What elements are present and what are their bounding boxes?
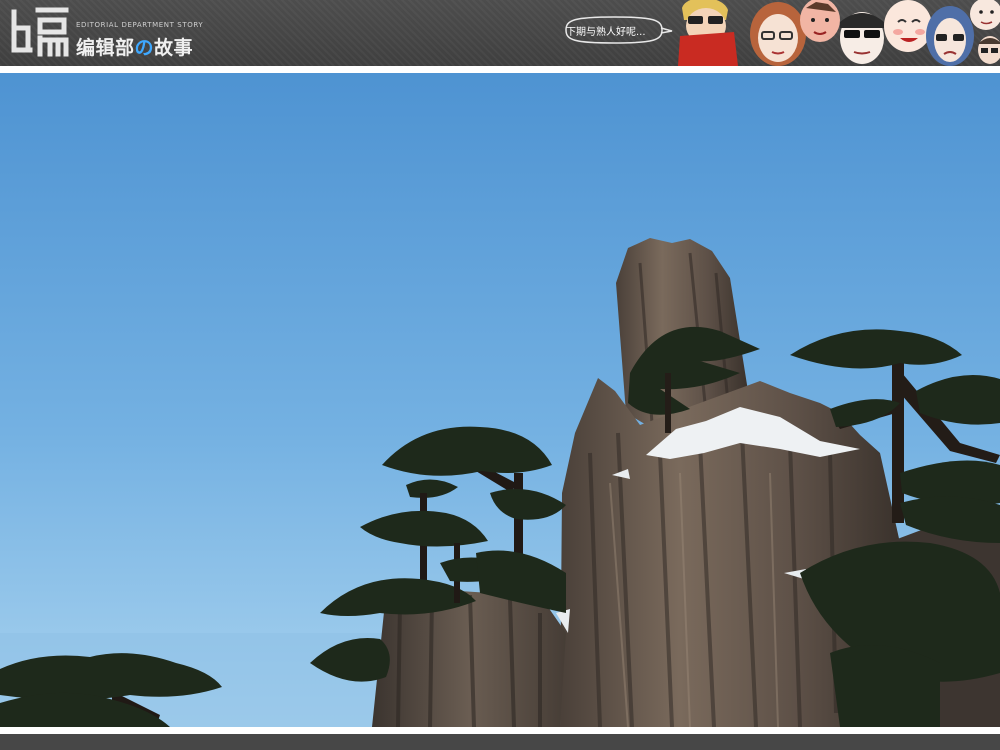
footer-divider [0,727,1000,734]
speech-bubble-text: 下期与熟人好呢... [566,27,646,38]
logo-glyph-icon[interactable] [10,4,70,58]
logo-title-accent: の [134,37,155,59]
mountain-pine-scene [0,73,1000,727]
caricature-face-icon [970,0,1000,30]
caricature-face-icon [750,2,806,66]
caricature-face-icon [678,0,738,66]
header-divider [0,66,1000,73]
site-footer [0,734,1000,750]
logo-title-main: 编辑部 [76,37,135,59]
logo-title[interactable]: 编辑部の故事 [76,33,193,60]
caricature-face-icon [926,6,974,66]
landscape-photo [0,73,1000,727]
caricature-faces-banner [678,0,1000,66]
site-header: EDITORIAL DEPARTMENT STORY 编辑部の故事 下期与熟人好… [0,0,1000,66]
logo-title-end: 故事 [154,37,194,59]
caricature-face-icon [840,12,884,64]
caricature-face-icon [978,36,1000,64]
logo-subtitle: EDITORIAL DEPARTMENT STORY [76,21,204,29]
caricature-face-icon [884,0,932,52]
caricature-face-icon [800,0,840,42]
